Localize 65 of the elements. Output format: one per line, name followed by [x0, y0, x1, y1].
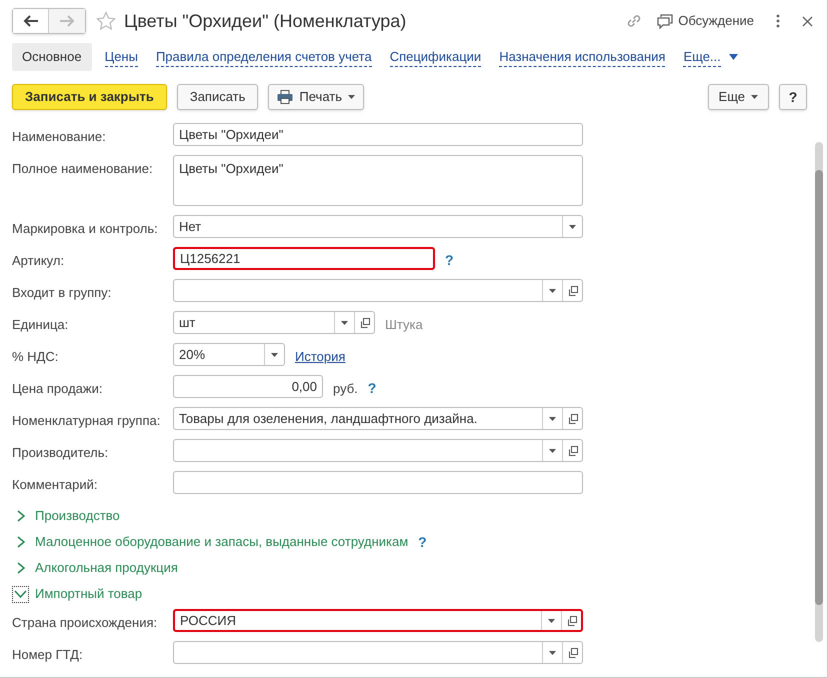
unit-text: руб. [333, 380, 358, 398]
back-button[interactable] [13, 9, 49, 33]
field-label: Артикул: [12, 252, 66, 270]
help-button[interactable]: ? [779, 84, 807, 110]
tab[interactable]: Правила определения счетов учета [150, 43, 377, 71]
scrollbar[interactable] [815, 142, 823, 642]
star-icon[interactable] [96, 11, 116, 31]
help-mark[interactable]: ? [418, 532, 427, 552]
chevron-down-icon [12, 586, 29, 602]
chevron-right-icon [16, 536, 24, 548]
input-field[interactable]: Нет [173, 215, 583, 238]
caret-icon [348, 95, 355, 99]
tab[interactable]: Цены [100, 43, 143, 71]
close-icon[interactable] [802, 16, 813, 26]
chevron-right-icon [16, 510, 24, 522]
section-toggle[interactable]: Алкогольная продукция [12, 558, 178, 578]
input-field[interactable]: 0,00 [173, 375, 323, 398]
tab[interactable]: Спецификации [384, 43, 486, 71]
tab[interactable]: Назначения использования [494, 43, 670, 71]
right-arrow-icon [59, 15, 75, 27]
field-label: Полное наименование: [12, 160, 154, 178]
field-label: Страна происхождения: [12, 614, 158, 632]
field-label: Единица: [12, 316, 70, 334]
section-toggle[interactable]: Малоценное оборудование и запасы, выданные сотрудникам [12, 532, 408, 552]
save-button[interactable]: Записать [176, 84, 258, 110]
help-mark[interactable]: ? [368, 375, 376, 399]
history-link[interactable]: История [295, 343, 346, 366]
more-icon[interactable] [776, 14, 780, 28]
more-button[interactable]: Еще [708, 84, 769, 110]
input-field[interactable]: шт [173, 311, 375, 334]
input-field[interactable]: 20% [173, 343, 285, 366]
field-label: Номенклатурная группа: [12, 412, 162, 430]
input-field[interactable] [173, 439, 583, 462]
field-label: Маркировка и контроль: [12, 220, 159, 238]
field-label: Комментарий: [12, 476, 98, 494]
caret-icon [751, 95, 758, 99]
caret-icon [728, 54, 738, 60]
printer-icon [277, 90, 294, 104]
input-field[interactable]: Товары для озеленения, ландшафтного дизайна. [173, 407, 583, 430]
print-button[interactable]: Печать [268, 84, 364, 110]
chat-icon [657, 14, 674, 28]
discussion-button[interactable]: Обсуждение [657, 11, 754, 31]
input-field[interactable] [173, 279, 583, 302]
field-label: Номер ГТД: [12, 646, 84, 664]
field-label: Наименование: [12, 128, 107, 146]
section-toggle[interactable]: Производство [12, 506, 120, 526]
field-label: Производитель: [12, 444, 110, 462]
left-arrow-icon [22, 15, 38, 27]
input-field[interactable]: Цветы "Орхидеи" [173, 123, 583, 146]
section-toggle[interactable]: Импортный товар [12, 584, 142, 604]
unit-text: Штука [385, 316, 423, 334]
tab[interactable]: Основное [12, 43, 92, 71]
input-field[interactable] [173, 641, 583, 664]
chevron-right-icon [16, 562, 24, 574]
field-label: Входит в группу: [12, 284, 112, 302]
input-field[interactable]: РОССИЯ [173, 609, 583, 632]
window-title: Цветы "Орхидеи" (Номенклатура) [124, 10, 406, 33]
help-mark[interactable]: ? [445, 247, 454, 271]
save-close-button[interactable]: Записать и закрыть [12, 84, 167, 110]
input-field[interactable] [173, 471, 583, 494]
field-label: Цена продажи: [12, 380, 104, 398]
tab[interactable]: Еще... [678, 43, 743, 71]
field-label: % НДС: [12, 348, 60, 366]
input-field[interactable]: Цветы "Орхидеи" [173, 155, 583, 206]
input-field[interactable]: Ц1256221 [173, 247, 435, 270]
